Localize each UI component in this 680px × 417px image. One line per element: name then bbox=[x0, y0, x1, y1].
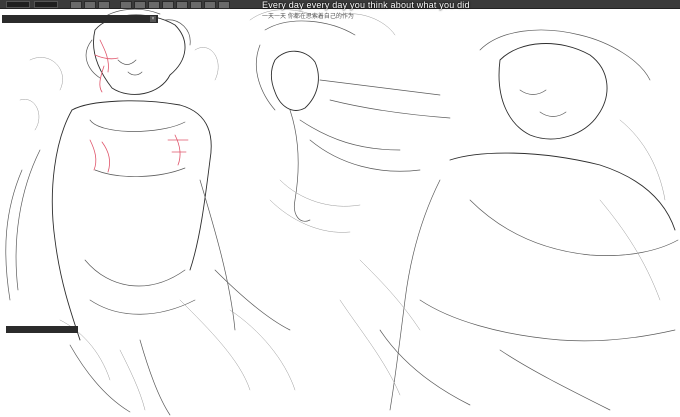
red-annotation-sketch bbox=[89, 39, 189, 173]
floating-panel-footer[interactable] bbox=[6, 326, 78, 333]
sketch-figure-right bbox=[339, 29, 679, 411]
toolbar-button-10[interactable] bbox=[204, 1, 216, 9]
toolbar-button-4[interactable] bbox=[120, 1, 132, 9]
toolbar-button-6[interactable] bbox=[148, 1, 160, 9]
toolbar-button-5[interactable] bbox=[134, 1, 146, 9]
panel-close-button[interactable]: × bbox=[150, 16, 156, 22]
sketch-figure-left bbox=[5, 8, 296, 416]
toolbar-button-7[interactable] bbox=[162, 1, 174, 9]
subtitle-english: Every day every day you think about what… bbox=[262, 0, 470, 10]
toolbar-button-11[interactable] bbox=[218, 1, 230, 9]
subtitle-chinese: 一天一天 你都在思索着自己的作为 bbox=[262, 13, 354, 20]
floating-panel-header[interactable]: × bbox=[2, 15, 158, 23]
toolbar-button-3[interactable] bbox=[98, 1, 110, 9]
toolbar-field-1[interactable] bbox=[6, 1, 30, 8]
toolbar-button-1[interactable] bbox=[70, 1, 82, 9]
toolbar-button-8[interactable] bbox=[176, 1, 188, 9]
toolbar-button-9[interactable] bbox=[190, 1, 202, 9]
toolbar-button-2[interactable] bbox=[84, 1, 96, 9]
drawing-canvas[interactable] bbox=[0, 0, 680, 417]
sketch-figure-center bbox=[249, 9, 451, 233]
toolbar-field-2[interactable] bbox=[34, 1, 58, 8]
